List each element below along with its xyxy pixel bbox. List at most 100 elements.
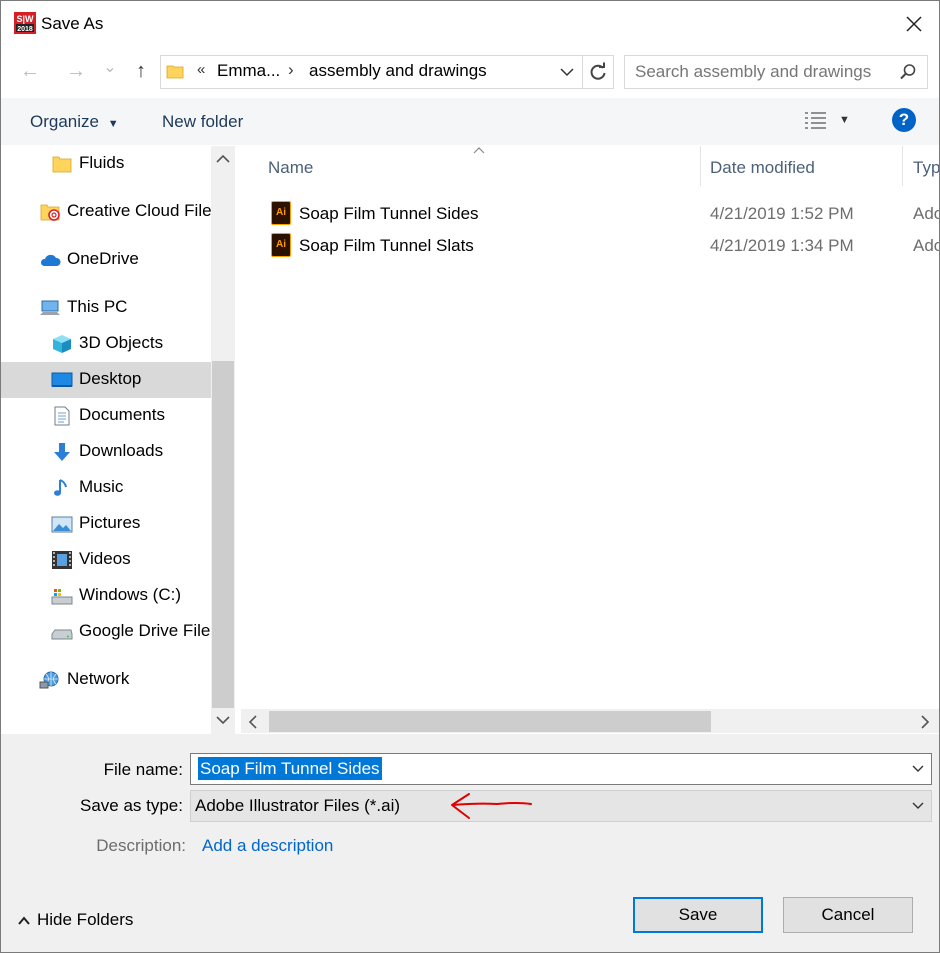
- file-date-modified: 4/21/2019 1:34 PM: [710, 236, 854, 255]
- navigation-pane-scroll-thumb[interactable]: [212, 361, 234, 708]
- sidebar-item-fluids[interactable]: Fluids: [1, 146, 211, 182]
- column-divider[interactable]: [700, 146, 701, 186]
- file-date-modified: 4/21/2019 1:52 PM: [710, 204, 854, 223]
- chevron-down-icon[interactable]: [559, 65, 575, 79]
- hide-folders-label: Hide Folders: [37, 910, 134, 929]
- description-label: Description:: [96, 836, 186, 855]
- column-header-type[interactable]: Type: [913, 158, 939, 178]
- network-icon: [39, 671, 59, 689]
- close-button[interactable]: [899, 11, 929, 37]
- breadcrumb-separator[interactable]: ›: [288, 60, 294, 80]
- file-type: Adobe Illustrator Artwork: [913, 236, 939, 255]
- sidebar-item-label: Videos: [79, 549, 131, 568]
- file-row[interactable]: Ai Soap Film Tunnel Sides 4/21/2019 1:52…: [263, 199, 939, 229]
- file-name: Soap Film Tunnel Sides: [299, 204, 479, 223]
- window-title: Save As: [41, 14, 104, 33]
- address-bar[interactable]: « Emma... › assembly and drawings: [160, 55, 583, 89]
- scroll-left-icon[interactable]: [247, 714, 259, 730]
- sidebar-item-label: Pictures: [79, 513, 141, 532]
- refresh-icon: [590, 62, 606, 80]
- file-list-scroll-thumb[interactable]: [269, 711, 711, 732]
- save-button[interactable]: Save: [633, 897, 763, 933]
- sidebar-item-label: 3D Objects: [79, 333, 164, 352]
- up-button[interactable]: ↑: [128, 59, 154, 83]
- file-name-value[interactable]: Soap Film Tunnel Sides: [198, 757, 382, 780]
- sidebar-item-downloads[interactable]: Downloads: [1, 434, 211, 470]
- add-description-link[interactable]: Add a description: [202, 836, 333, 856]
- sidebar-item-windows-c[interactable]: Windows (C:): [1, 578, 211, 614]
- sidebar-item-this-pc[interactable]: This PC: [1, 290, 211, 326]
- organize-menu[interactable]: Organize ▼: [30, 112, 119, 132]
- new-folder-button[interactable]: New folder: [162, 112, 243, 132]
- sidebar-item-music[interactable]: Music: [1, 470, 211, 506]
- breadcrumb-emma[interactable]: Emma...: [217, 61, 280, 81]
- help-button[interactable]: ?: [892, 108, 916, 132]
- solidworks-logo-icon: S|W 2018: [14, 12, 36, 34]
- file-type: Adobe Illustrator Artwork: [913, 204, 939, 223]
- title-bar: [1, 1, 939, 47]
- scroll-up-icon[interactable]: [215, 153, 231, 165]
- illustrator-file-icon: Ai: [271, 233, 291, 257]
- pictures-icon: [51, 516, 73, 533]
- sidebar-item-3d-objects[interactable]: 3D Objects: [1, 326, 211, 362]
- command-bar: [1, 98, 939, 145]
- document-icon: [54, 406, 70, 426]
- svg-text:2018: 2018: [17, 26, 33, 33]
- cancel-button[interactable]: Cancel: [783, 897, 913, 933]
- sidebar-item-label: This PC: [67, 297, 128, 316]
- column-header-name[interactable]: Name: [268, 158, 313, 178]
- sidebar-item-onedrive[interactable]: OneDrive: [1, 242, 211, 278]
- sidebar-item-label: Creative Cloud Files: [67, 201, 211, 220]
- save-as-type-select[interactable]: Adobe Illustrator Files (*.ai): [190, 790, 932, 822]
- file-name-label: File name:: [103, 760, 183, 779]
- download-icon: [54, 443, 70, 461]
- sidebar-item-label: OneDrive: [67, 249, 139, 268]
- view-details-icon[interactable]: [804, 110, 828, 130]
- sidebar-item-label: Network: [67, 669, 130, 688]
- desktop-icon: [51, 372, 73, 387]
- sidebar-item-desktop[interactable]: Desktop: [1, 362, 211, 398]
- search-icon[interactable]: [899, 63, 917, 81]
- back-button[interactable]: ←: [17, 59, 43, 83]
- sidebar-item-creative-cloud-files[interactable]: Creative Cloud Files: [1, 194, 211, 230]
- file-name: Soap Film Tunnel Slats: [299, 236, 474, 255]
- sidebar-item-label: Windows (C:): [79, 585, 182, 604]
- file-name-input[interactable]: Soap Film Tunnel Sides: [190, 753, 932, 785]
- creative-cloud-icon: [40, 204, 60, 221]
- chevron-down-icon[interactable]: [911, 800, 925, 812]
- column-divider[interactable]: [902, 146, 903, 186]
- folder-icon: [52, 156, 72, 173]
- refresh-button[interactable]: [583, 55, 614, 89]
- folder-icon: [166, 65, 184, 79]
- organize-dropdown-icon: ▼: [107, 118, 119, 130]
- chevron-up-icon: [18, 915, 30, 925]
- scroll-right-icon[interactable]: [919, 714, 931, 730]
- sidebar-item-label: Fluids: [79, 153, 125, 172]
- address-overflow[interactable]: «: [197, 61, 205, 78]
- sidebar-item-documents[interactable]: Documents: [1, 398, 211, 434]
- organize-label: Organize: [30, 112, 99, 131]
- chevron-down-icon[interactable]: [911, 763, 925, 775]
- sidebar-item-network[interactable]: Network: [1, 662, 211, 698]
- sidebar-item-pictures[interactable]: Pictures: [1, 506, 211, 542]
- sidebar-item-label: Documents: [79, 405, 165, 424]
- close-icon: [906, 16, 922, 32]
- search-box[interactable]: Search assembly and drawings: [624, 55, 928, 89]
- search-placeholder: Search assembly and drawings: [635, 62, 872, 81]
- cube-icon: [53, 335, 71, 353]
- sidebar-item-videos[interactable]: Videos: [1, 542, 211, 578]
- scroll-down-icon[interactable]: [215, 714, 231, 726]
- save-as-type-label: Save as type:: [79, 796, 183, 815]
- breadcrumb-assembly-and-drawings[interactable]: assembly and drawings: [309, 61, 487, 81]
- sidebar-item-google-drive-file-stream[interactable]: Google Drive File Stream: [1, 614, 211, 650]
- column-header-date-modified[interactable]: Date modified: [710, 158, 815, 178]
- annotation-arrow-icon: [451, 793, 532, 819]
- hide-folders-button[interactable]: Hide Folders: [17, 910, 133, 930]
- illustrator-file-icon: Ai: [271, 201, 291, 225]
- drive-icon: [51, 589, 73, 605]
- navigation-pane: Fluids Creative Cloud Files OneDrive Thi…: [1, 146, 211, 734]
- view-options-dropdown-icon[interactable]: ▼: [839, 114, 850, 126]
- file-row[interactable]: Ai Soap Film Tunnel Slats 4/21/2019 1:34…: [263, 231, 939, 261]
- forward-button[interactable]: →: [63, 59, 89, 83]
- recent-locations-button[interactable]: ⌄: [101, 56, 119, 80]
